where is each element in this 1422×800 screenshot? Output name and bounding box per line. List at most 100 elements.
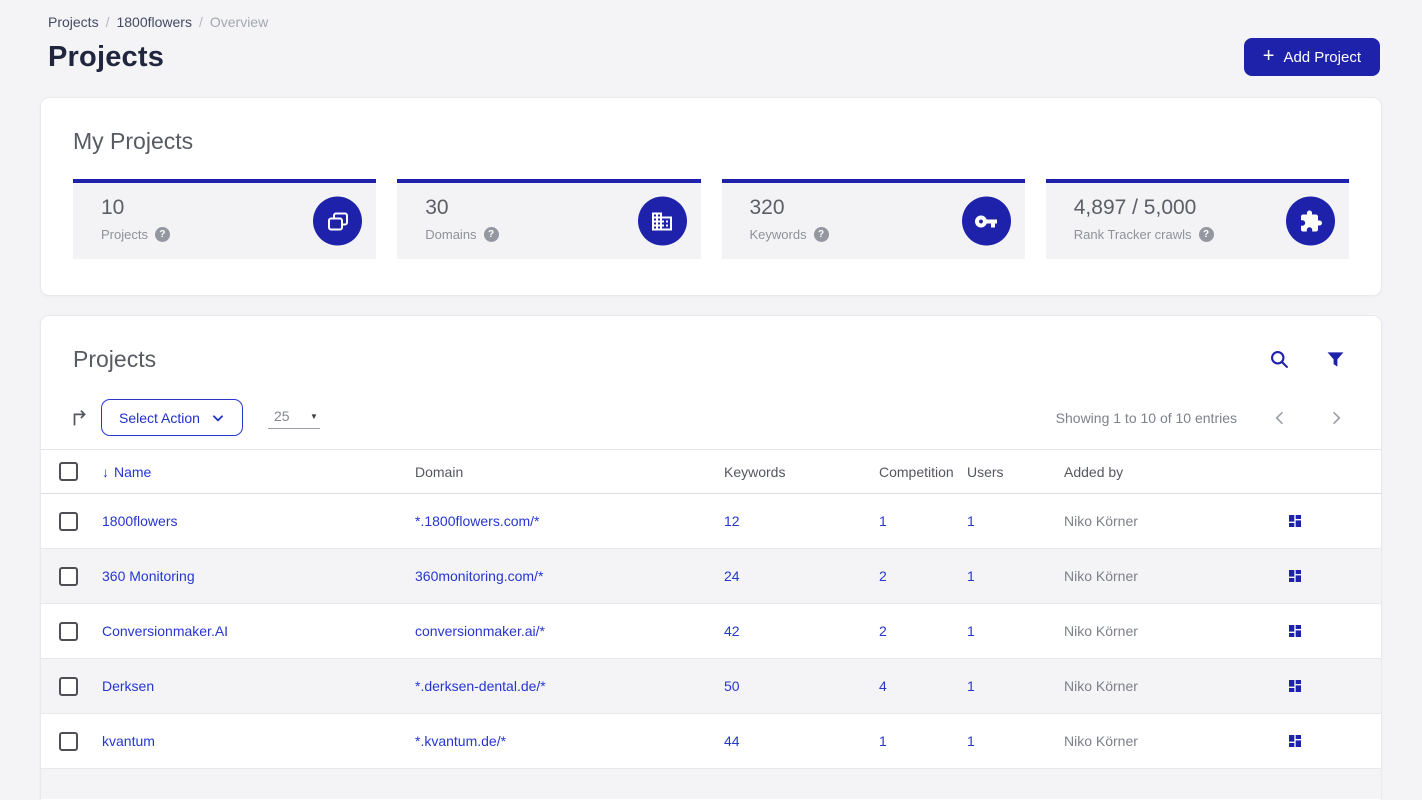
help-icon[interactable]: ? — [154, 227, 170, 242]
select-action-button[interactable]: Select Action — [101, 399, 243, 436]
stat-card-keywords: 320 Keywords ? — [721, 179, 1025, 259]
users-value: 1 — [967, 733, 975, 749]
project-name-link[interactable]: Conversionmaker.AI — [102, 623, 228, 639]
project-domain-link[interactable]: *.kvantum.de/* — [415, 733, 506, 749]
keywords-value: 24 — [724, 568, 740, 584]
sort-desc-icon: ↓ — [102, 463, 109, 480]
column-header-competition[interactable]: Competition — [879, 464, 967, 480]
table-row: Derksen *.derksen-dental.de/* 50 4 1 Nik… — [41, 659, 1381, 714]
row-checkbox[interactable] — [59, 621, 78, 641]
dashboard-icon — [1289, 570, 1301, 582]
column-header-added-by[interactable]: Added by — [1064, 464, 1263, 480]
help-icon[interactable]: ? — [483, 227, 499, 242]
added-by-value: Niko Körner — [1064, 678, 1138, 694]
table-row: kvantum *.kvantum.de/* 44 1 1 Niko Körne… — [41, 714, 1381, 769]
plus-icon: + — [1262, 45, 1275, 67]
added-by-value: Niko Körner — [1064, 513, 1138, 529]
project-dashboard-button[interactable] — [1285, 566, 1305, 586]
row-checkbox[interactable] — [59, 511, 78, 531]
column-header-name[interactable]: ↓ Name — [102, 464, 415, 480]
table-row: 360 Monitoring 360monitoring.com/* 24 2 … — [41, 549, 1381, 604]
breadcrumb-item-overview: Overview — [209, 14, 269, 30]
users-value: 1 — [967, 568, 975, 584]
select-all-checkbox[interactable] — [59, 462, 78, 481]
project-dashboard-button[interactable] — [1285, 676, 1305, 696]
project-domain-link[interactable]: conversionmaker.ai/* — [415, 623, 545, 639]
add-project-label: Add Project — [1283, 48, 1361, 66]
stats-row: 10 Projects ? 30 Domains ? 320 Keywords … — [73, 179, 1349, 259]
project-domain-link[interactable]: *.1800flowers.com/* — [415, 513, 540, 529]
project-domain-link[interactable]: 360monitoring.com/* — [415, 568, 543, 584]
search-button[interactable] — [1267, 347, 1292, 372]
stat-card-rank-tracker: 4,897 / 5,000 Rank Tracker crawls ? — [1045, 179, 1349, 259]
help-icon[interactable]: ? — [1198, 227, 1214, 242]
projects-table: ↓ Name Domain Keywords Competition Users… — [41, 449, 1381, 799]
my-projects-card: My Projects 10 Projects ? 30 Domains ? 3… — [40, 97, 1382, 296]
added-by-value: Niko Körner — [1064, 623, 1138, 639]
users-value: 1 — [967, 623, 975, 639]
puzzle-icon — [1286, 196, 1335, 246]
project-name-link[interactable]: 360 Monitoring — [102, 568, 195, 584]
project-name-link[interactable]: 1800flowers — [102, 513, 178, 529]
users-value: 1 — [967, 678, 975, 694]
next-page-button[interactable] — [1325, 407, 1347, 429]
add-project-button[interactable]: + Add Project — [1243, 38, 1380, 76]
stat-card-domains: 30 Domains ? — [397, 179, 701, 259]
help-icon[interactable]: ? — [813, 227, 829, 242]
breadcrumb-item-projects[interactable]: Projects — [48, 14, 99, 30]
stat-label-text: Rank Tracker crawls — [1073, 227, 1192, 242]
keywords-value: 44 — [724, 733, 740, 749]
dropdown-arrow-icon: ▼ — [310, 411, 318, 421]
breadcrumb-item-1800flowers[interactable]: 1800flowers — [116, 14, 192, 30]
row-checkbox[interactable] — [59, 676, 78, 696]
prev-page-button[interactable] — [1269, 407, 1291, 429]
showing-entries-text: Showing 1 to 10 of 10 entries — [1055, 409, 1237, 426]
project-domain-link[interactable]: *.derksen-dental.de/* — [415, 678, 546, 694]
column-header-users[interactable]: Users — [967, 464, 1064, 480]
projects-table-card: Projects Select Action 25 ▼ Showing 1 to… — [40, 315, 1382, 800]
key-icon — [961, 196, 1011, 246]
table-row: 1800flowers *.1800flowers.com/* 12 1 1 N… — [41, 494, 1381, 549]
competition-value: 2 — [879, 623, 887, 639]
row-checkbox[interactable] — [59, 731, 78, 751]
project-dashboard-button[interactable] — [1285, 511, 1305, 531]
stat-card-projects: 10 Projects ? — [73, 179, 377, 259]
project-dashboard-button[interactable] — [1285, 621, 1305, 641]
row-checkbox[interactable] — [59, 566, 78, 586]
chevron-down-icon — [212, 414, 223, 421]
competition-value: 1 — [879, 513, 887, 529]
stat-label-text: Projects — [101, 227, 148, 242]
competition-value: 2 — [879, 568, 887, 584]
select-action-label: Select Action — [119, 409, 200, 426]
project-name-link[interactable]: kvantum — [102, 733, 155, 749]
column-header-domain[interactable]: Domain — [415, 464, 724, 480]
table-row — [41, 769, 1381, 799]
dashboard-icon — [1289, 515, 1301, 527]
building-icon — [637, 196, 687, 246]
stat-label-text: Domains — [425, 227, 477, 242]
stat-label-text: Keywords — [749, 227, 807, 242]
dashboard-icon — [1289, 680, 1301, 692]
added-by-value: Niko Körner — [1064, 568, 1138, 584]
projects-stack-icon — [313, 196, 363, 246]
column-label: Name — [114, 463, 152, 480]
added-by-value: Niko Körner — [1064, 733, 1138, 749]
project-name-link[interactable]: Derksen — [102, 678, 154, 694]
breadcrumb-separator: / — [105, 14, 110, 30]
keywords-value: 50 — [724, 678, 740, 694]
export-button[interactable] — [65, 403, 95, 433]
column-header-keywords[interactable]: Keywords — [724, 464, 879, 480]
filter-button[interactable] — [1324, 348, 1347, 371]
dashboard-icon — [1289, 625, 1301, 637]
page-size-select[interactable]: 25 ▼ — [267, 406, 320, 429]
project-dashboard-button[interactable] — [1285, 731, 1305, 751]
page-title: Projects — [48, 40, 165, 73]
dashboard-icon — [1289, 735, 1301, 747]
page-size-value: 25 — [273, 408, 290, 424]
keywords-value: 42 — [724, 623, 740, 639]
breadcrumb: Projects / 1800flowers / Overview — [0, 0, 1422, 30]
export-arrow-icon — [73, 409, 86, 425]
page-header: Projects + Add Project — [0, 30, 1422, 76]
table-header-row: ↓ Name Domain Keywords Competition Users… — [41, 449, 1381, 494]
projects-table-title: Projects — [73, 346, 157, 372]
